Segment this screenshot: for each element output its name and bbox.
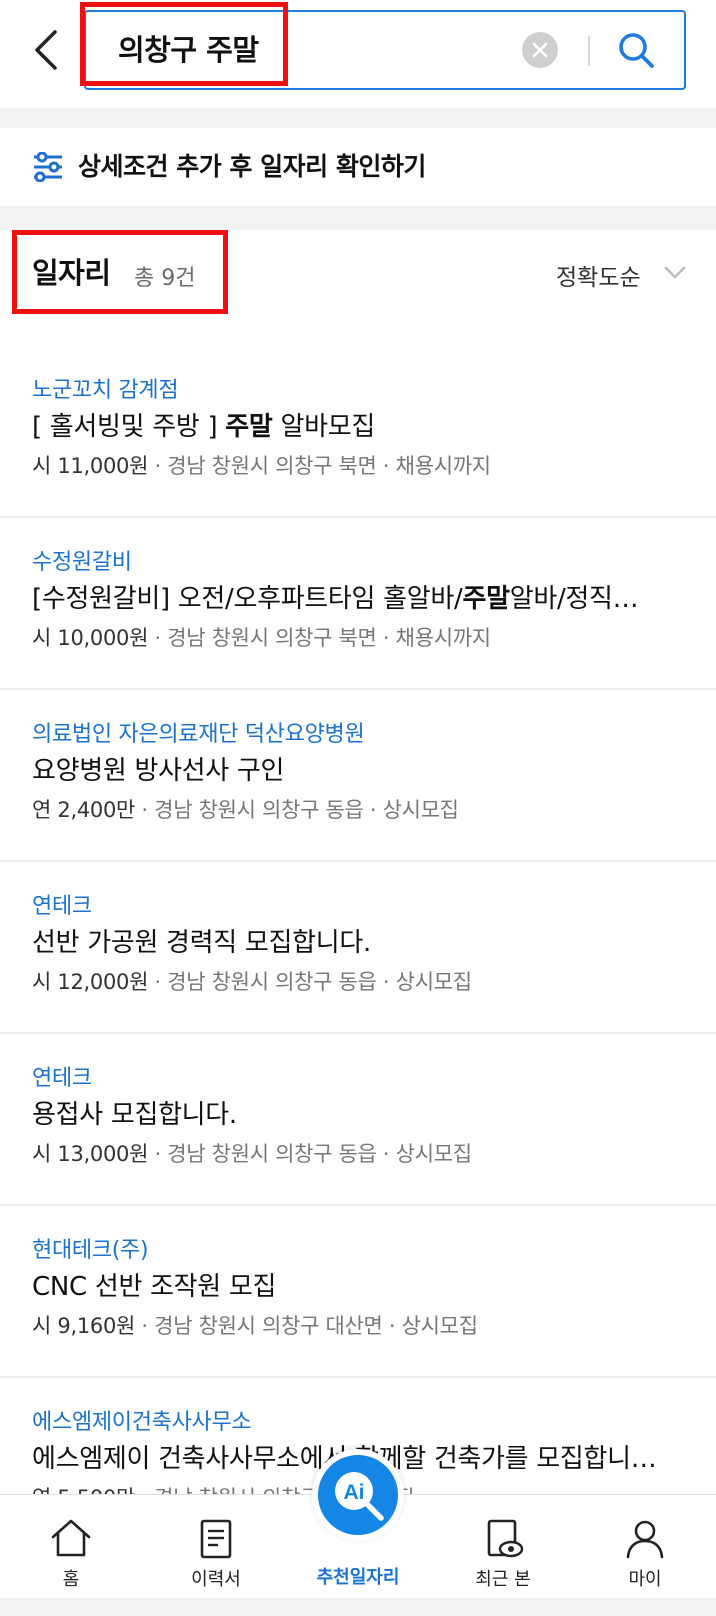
- close-icon: [532, 42, 548, 58]
- job-company: 에스엠제이건축사사무소: [32, 1410, 252, 1435]
- nav-recent[interactable]: 최근 본: [458, 1495, 548, 1599]
- result-count: 총 9건: [134, 266, 196, 291]
- nav-recommend-label[interactable]: 추천일자리: [296, 1563, 420, 1589]
- nav-recent-label: 최근 본: [475, 1569, 531, 1590]
- user-icon: [626, 1520, 664, 1559]
- nav-my-label: 마이: [628, 1569, 662, 1590]
- chevron-left-icon: [35, 30, 57, 70]
- nav-recommend-ai-button[interactable]: Ai: [312, 1449, 404, 1541]
- search-header: 의창구 주말: [0, 0, 716, 108]
- search-icon: [619, 33, 654, 68]
- ai-badge-text: Ai: [344, 1481, 365, 1504]
- bottom-nav: 홈 이력서 Ai 추천일자리 최근 본 마이: [0, 1449, 716, 1599]
- job-company: 수정원갈비: [32, 550, 132, 575]
- job-title: 용접사 모집합니다.: [32, 1100, 237, 1130]
- bottom-safe-area: [0, 1598, 716, 1616]
- nav-resume-label: 이력서: [191, 1569, 241, 1590]
- job-company: 의료법인 자은의료재단 덕산요양병원: [32, 722, 365, 747]
- filter-sliders-icon: [34, 152, 62, 182]
- job-list-item[interactable]: 의료법인 자은의료재단 덕산요양병원 요양병원 방사선사 구인 연 2,400만…: [0, 690, 716, 862]
- job-list-item[interactable]: 연테크 용접사 모집합니다. 시 13,000원 · 경남 창원시 의창구 동읍…: [0, 1034, 716, 1206]
- chevron-down-icon[interactable]: [664, 266, 686, 280]
- result-header: 일자리 총 9건 정확도순: [0, 230, 716, 320]
- job-title: 선반 가공원 경력직 모집합니다.: [32, 928, 371, 958]
- ai-search-icon: Ai: [335, 1472, 384, 1521]
- job-meta: 시 9,160원 · 경남 창원시 의창구 대산면 · 상시모집: [32, 1314, 478, 1338]
- job-meta: 시 11,000원 · 경남 창원시 의창구 북면 · 채용시까지: [32, 454, 491, 478]
- detail-filter-row[interactable]: 상세조건 추가 후 일자리 확인하기: [0, 128, 716, 206]
- job-meta: 연 2,400만 · 경남 창원시 의창구 동읍 · 상시모집: [32, 798, 459, 822]
- section-gap: [0, 206, 716, 230]
- job-list-item[interactable]: 노군꼬치 감계점 [ 홀서빙및 주방 ] 주말 알바모집 시 11,000원 ·…: [0, 346, 716, 518]
- search-divider: [588, 36, 590, 66]
- job-meta: 시 12,000원 · 경남 창원시 의창구 동읍 · 상시모집: [32, 970, 472, 994]
- resume-document-icon: [200, 1519, 232, 1559]
- job-company: 현대테크(주): [32, 1238, 149, 1263]
- job-meta: 시 13,000원 · 경남 창원시 의창구 동읍 · 상시모집: [32, 1142, 472, 1166]
- job-company: 연테크: [32, 894, 92, 919]
- job-company: 연테크: [32, 1066, 92, 1091]
- back-button[interactable]: [22, 22, 70, 78]
- result-title: 일자리: [32, 256, 111, 290]
- detail-filter-label: 상세조건 추가 후 일자리 확인하기: [78, 152, 426, 181]
- search-input[interactable]: 의창구 주말: [84, 10, 686, 90]
- job-title: CNC 선반 조작원 모집: [32, 1272, 277, 1302]
- search-query-text: 의창구 주말: [118, 33, 259, 67]
- page: 의창구 주말 상세조건 추가 후 일자리 확인하기 일자리 총 9건 정확도순 …: [0, 0, 716, 1616]
- home-icon: [51, 1519, 91, 1557]
- sort-dropdown[interactable]: 정확도순: [556, 258, 641, 292]
- clear-search-button[interactable]: [522, 32, 558, 68]
- nav-home[interactable]: 홈: [36, 1495, 106, 1599]
- job-list-item[interactable]: 연테크 선반 가공원 경력직 모집합니다. 시 12,000원 · 경남 창원시…: [0, 862, 716, 1034]
- nav-resume[interactable]: 이력서: [176, 1495, 256, 1599]
- recent-viewed-icon: [487, 1519, 524, 1558]
- nav-home-label: 홈: [62, 1569, 80, 1590]
- section-gap: [0, 108, 716, 128]
- job-list-item[interactable]: 수정원갈비 [수정원갈비] 오전/오후파트타임 홀알바/주말알바/정직… 시 1…: [0, 518, 716, 690]
- nav-my[interactable]: 마이: [610, 1495, 680, 1599]
- job-list: 노군꼬치 감계점 [ 홀서빙및 주방 ] 주말 알바모집 시 11,000원 ·…: [0, 346, 716, 1550]
- job-list-item[interactable]: 현대테크(주) CNC 선반 조작원 모집 시 9,160원 · 경남 창원시 …: [0, 1206, 716, 1378]
- search-button[interactable]: [614, 28, 658, 72]
- job-title: [ 홀서빙및 주방 ] 주말 알바모집: [32, 412, 375, 442]
- job-meta: 시 10,000원 · 경남 창원시 의창구 북면 · 채용시까지: [32, 626, 491, 650]
- job-title: [수정원갈비] 오전/오후파트타임 홀알바/주말알바/정직…: [32, 584, 639, 614]
- job-company: 노군꼬치 감계점: [32, 378, 179, 403]
- job-title: 요양병원 방사선사 구인: [32, 756, 285, 786]
